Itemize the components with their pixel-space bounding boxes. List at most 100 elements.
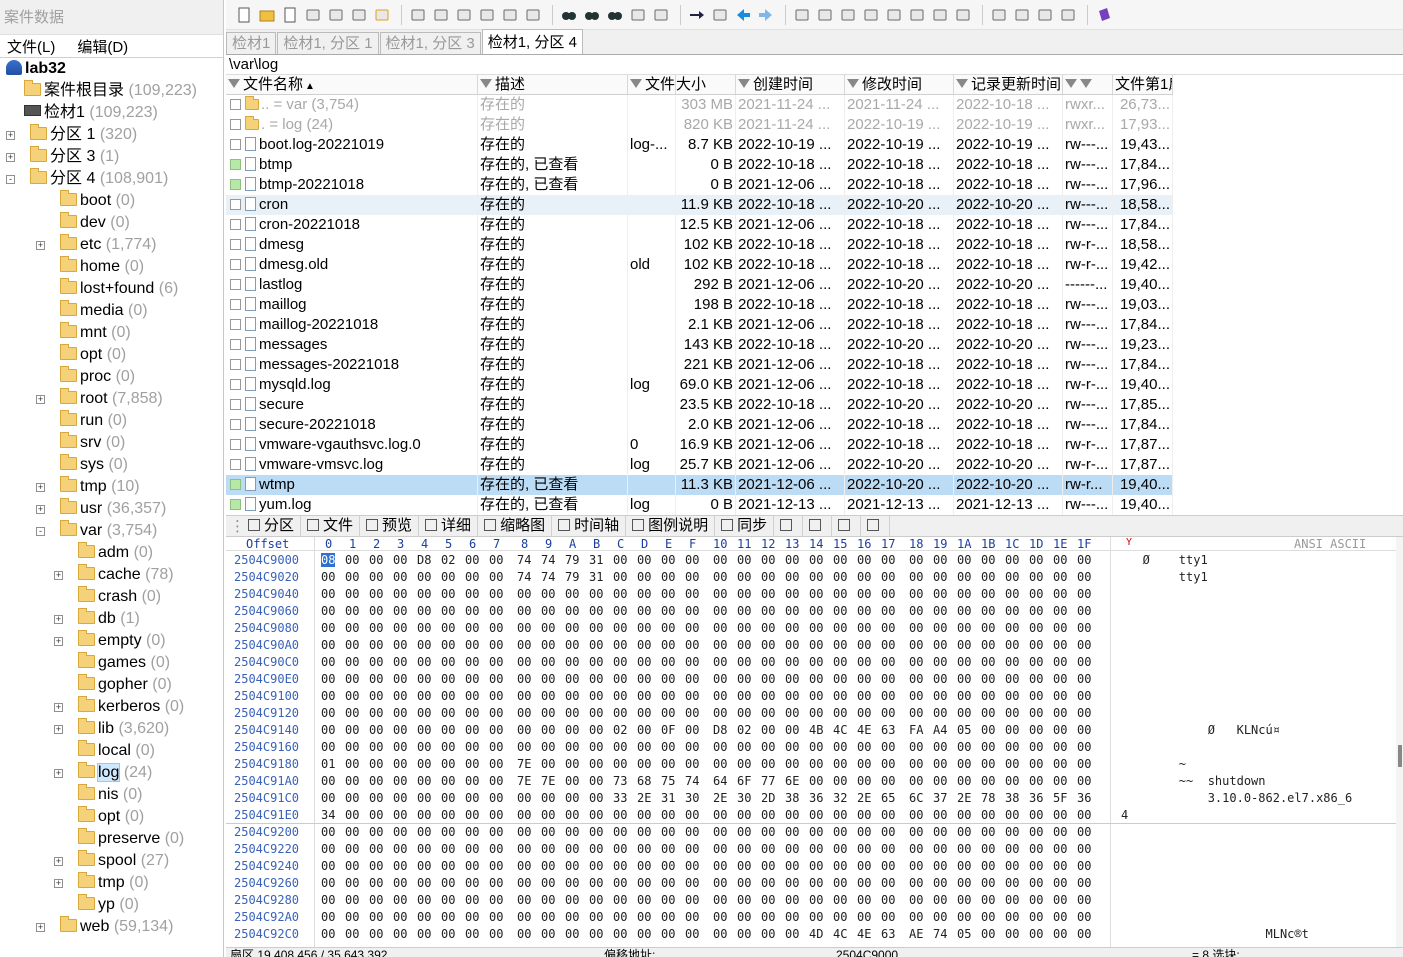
hex-byte[interactable]: 00: [565, 587, 579, 601]
tree-node-local-31[interactable]: local (0): [78, 740, 155, 762]
hex-byte[interactable]: 00: [761, 808, 775, 822]
hex-byte[interactable]: 00: [833, 757, 847, 771]
tree-node-nis-33[interactable]: nis (0): [78, 784, 142, 806]
hex-byte[interactable]: 00: [661, 587, 675, 601]
hex-byte[interactable]: 00: [417, 876, 431, 890]
tree-node-proc-14[interactable]: proc (0): [60, 366, 135, 388]
hex-byte[interactable]: 00: [369, 655, 383, 669]
hex-byte[interactable]: 00: [737, 893, 751, 907]
hex-byte[interactable]: 00: [465, 553, 479, 567]
hex-byte[interactable]: 00: [393, 757, 407, 771]
hex-byte[interactable]: 00: [909, 655, 923, 669]
hex-byte[interactable]: 00: [589, 910, 603, 924]
table-row[interactable]: dmesg.old 存在的 old 102 KB 2022-10-18 ... 2022-…: [226, 255, 1173, 275]
hex-byte[interactable]: 00: [661, 706, 675, 720]
hex-byte[interactable]: 00: [833, 774, 847, 788]
hex-byte[interactable]: 00: [881, 621, 895, 635]
hex-byte[interactable]: 00: [981, 587, 995, 601]
hex-byte[interactable]: 00: [661, 859, 675, 873]
hex-byte[interactable]: 00: [541, 842, 555, 856]
hex-byte[interactable]: 00: [517, 706, 531, 720]
tree-node--4-5[interactable]: 分区 4 (108,901): [30, 168, 168, 190]
hex-byte[interactable]: 00: [589, 655, 603, 669]
hex-byte[interactable]: 00: [637, 842, 651, 856]
hex-byte[interactable]: 00: [441, 570, 455, 584]
hex-byte[interactable]: 00: [1077, 604, 1091, 618]
hex-byte[interactable]: 00: [957, 553, 971, 567]
table-row[interactable]: maillog 存在的 198 B 2022-10-18 ... 2022-10-18 …: [226, 295, 1173, 315]
hex-byte[interactable]: 00: [441, 689, 455, 703]
hex-byte[interactable]: 00: [881, 553, 895, 567]
hex-byte[interactable]: 00: [1053, 570, 1067, 584]
hex-byte[interactable]: 00: [517, 723, 531, 737]
table-row[interactable]: yum.log 存在的, 已查看 log 0 B 2021-12-13 ... 2021-…: [226, 495, 1173, 515]
hex-byte[interactable]: 00: [637, 706, 651, 720]
hex-byte[interactable]: 00: [785, 757, 799, 771]
hex-byte[interactable]: 00: [1077, 774, 1091, 788]
hex-byte[interactable]: 00: [345, 553, 359, 567]
hex-byte[interactable]: 00: [321, 638, 335, 652]
hex-byte[interactable]: 00: [1005, 638, 1019, 652]
hex-byte[interactable]: 00: [637, 570, 651, 584]
hex-byte[interactable]: 00: [761, 553, 775, 567]
hex-byte[interactable]: 00: [1005, 757, 1019, 771]
hex-byte[interactable]: 00: [909, 893, 923, 907]
hex-byte[interactable]: 00: [761, 655, 775, 669]
hex-byte[interactable]: 00: [465, 621, 479, 635]
hex-byte[interactable]: 00: [809, 842, 823, 856]
hex-byte[interactable]: 00: [909, 553, 923, 567]
hex-byte[interactable]: 00: [369, 587, 383, 601]
hex-byte[interactable]: 00: [637, 553, 651, 567]
hex-byte[interactable]: 00: [833, 553, 847, 567]
hex-byte[interactable]: 00: [489, 655, 503, 669]
header-col-updated[interactable]: 记录更新时间: [954, 75, 1063, 94]
hex-byte[interactable]: 00: [369, 553, 383, 567]
hex-byte[interactable]: 00: [1005, 740, 1019, 754]
hex-byte[interactable]: 00: [441, 876, 455, 890]
hex-byte[interactable]: 00: [321, 621, 335, 635]
hex-byte[interactable]: 00: [833, 689, 847, 703]
tree-node-tmp-37[interactable]: tmp (0): [78, 872, 149, 894]
hex-byte[interactable]: 78: [981, 791, 995, 805]
tree-node-lost-found-10[interactable]: lost+found (6): [60, 278, 178, 300]
table-row[interactable]: cron 存在的 11.9 KB 2022-10-18 ... 2022-10-20 .…: [226, 195, 1173, 215]
hex-byte[interactable]: 00: [1029, 893, 1043, 907]
filter-icon[interactable]: [738, 79, 750, 88]
hex-byte[interactable]: 00: [1029, 689, 1043, 703]
table-row[interactable]: dmesg 存在的 102 KB 2022-10-18 ... 2022-10-18 .…: [226, 235, 1173, 255]
hex-byte[interactable]: 00: [321, 927, 335, 941]
hex-byte[interactable]: 00: [909, 706, 923, 720]
hex-byte[interactable]: 00: [517, 655, 531, 669]
hex-byte[interactable]: 00: [489, 604, 503, 618]
hex-byte[interactable]: 00: [1005, 570, 1019, 584]
hex-byte[interactable]: 00: [1053, 706, 1067, 720]
hex-byte[interactable]: 00: [981, 825, 995, 839]
hex-byte[interactable]: 00: [909, 570, 923, 584]
hex-byte[interactable]: 00: [909, 842, 923, 856]
row-checkbox[interactable]: [230, 339, 241, 350]
hex-byte[interactable]: 00: [737, 740, 751, 754]
hex-byte[interactable]: 00: [441, 808, 455, 822]
hex-byte[interactable]: 00: [345, 723, 359, 737]
hex-byte[interactable]: 00: [441, 672, 455, 686]
hex-byte[interactable]: 00: [957, 893, 971, 907]
hex-byte[interactable]: 00: [565, 604, 579, 618]
hex-byte[interactable]: 00: [393, 740, 407, 754]
header-col-modified[interactable]: 修改时间: [845, 75, 954, 94]
hex-byte[interactable]: 00: [613, 604, 627, 618]
hex-byte[interactable]: 00: [517, 791, 531, 805]
hex-byte[interactable]: 00: [489, 859, 503, 873]
hex-byte[interactable]: 00: [761, 825, 775, 839]
hex-byte[interactable]: 38: [1005, 791, 1019, 805]
hex-byte[interactable]: 00: [661, 672, 675, 686]
hex-byte[interactable]: 00: [489, 876, 503, 890]
hex-byte[interactable]: 00: [369, 638, 383, 652]
hex-byte[interactable]: 00: [393, 672, 407, 686]
tree-node-mnt-12[interactable]: mnt (0): [60, 322, 131, 344]
hex-byte[interactable]: 00: [785, 859, 799, 873]
hex-byte[interactable]: 00: [881, 859, 895, 873]
hex-byte[interactable]: 00: [685, 723, 699, 737]
hex-byte[interactable]: 2E: [857, 791, 871, 805]
hex-byte[interactable]: 00: [809, 893, 823, 907]
hex-byte[interactable]: 00: [517, 808, 531, 822]
